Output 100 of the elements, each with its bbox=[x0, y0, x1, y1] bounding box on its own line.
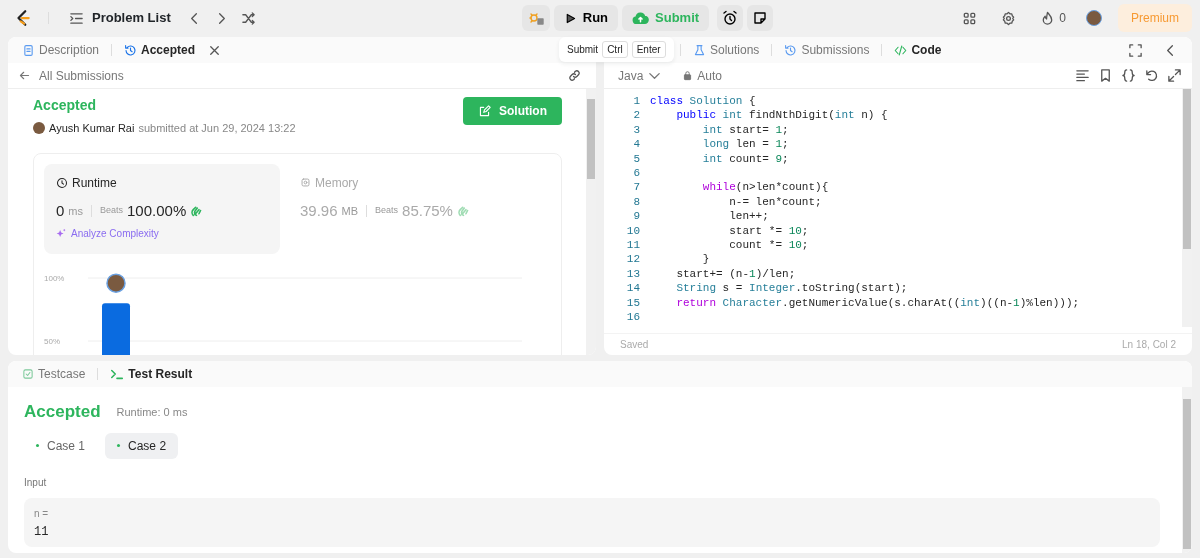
line-number: 14 bbox=[625, 281, 640, 296]
line-number: 9 bbox=[632, 209, 640, 224]
all-submissions-link[interactable]: All Submissions bbox=[18, 66, 124, 85]
metric-value: 39.96 bbox=[300, 200, 338, 221]
panel-tab[interactable]: Description bbox=[18, 41, 104, 59]
bookmark-button[interactable] bbox=[1098, 68, 1113, 83]
analyze-complexity-link[interactable]: Analyze Complexity bbox=[56, 226, 159, 241]
avatar-placeholder bbox=[33, 122, 45, 135]
solution-button[interactable]: Solution bbox=[463, 97, 562, 125]
clapping-hands-icon bbox=[456, 204, 470, 218]
problem-list-button[interactable]: Problem List bbox=[65, 6, 175, 30]
line-number: 16 bbox=[625, 310, 640, 325]
alarm-clock-icon bbox=[722, 10, 739, 26]
code-line: long len = 1; bbox=[701, 137, 789, 152]
code-line: count *= 10; bbox=[728, 238, 809, 253]
beats-percent: 85.75% bbox=[402, 200, 453, 221]
line-number: 1 bbox=[632, 94, 640, 109]
runtime-text: Runtime: 0 ms bbox=[116, 404, 188, 420]
code-line: int start= 1; bbox=[701, 122, 789, 138]
metric-card[interactable]: Runtime 0 ms Beats 100.00% Analyze Complexity bbox=[44, 163, 280, 254]
code-line: start *= 10; bbox=[728, 223, 809, 239]
lock-icon bbox=[682, 70, 694, 81]
metric-unit: MB bbox=[341, 203, 359, 219]
axis-tick-label: 50% bbox=[44, 337, 60, 346]
code-line: start+= (n-1)/len; bbox=[675, 266, 796, 282]
notes-button[interactable] bbox=[747, 5, 774, 31]
panel-tab[interactable]: Solutions bbox=[689, 41, 764, 59]
code-line: return Character.getNumericValue(s.charAt((int)((n-1)%len))); bbox=[675, 295, 1080, 311]
expand-button[interactable] bbox=[1167, 68, 1182, 83]
settings-icon bbox=[1001, 10, 1017, 26]
streak-button[interactable]: 0 bbox=[1036, 7, 1070, 29]
terminal-icon bbox=[110, 367, 125, 381]
panel-tab[interactable]: Testcase bbox=[18, 365, 90, 383]
pass-dot bbox=[117, 444, 121, 447]
shuffle-icon bbox=[240, 10, 256, 26]
checkbox-icon bbox=[22, 368, 34, 380]
line-number: 13 bbox=[625, 266, 640, 282]
save-status: Saved bbox=[620, 338, 649, 352]
beats-label: Beats bbox=[100, 204, 124, 217]
auto-mode-label: Auto bbox=[682, 66, 723, 85]
cursor-position: Ln 18, Col 2 bbox=[1122, 338, 1176, 352]
document-icon bbox=[22, 43, 35, 57]
edit-icon bbox=[478, 104, 491, 118]
beats-percent: 100.00% bbox=[127, 200, 187, 221]
case-tab[interactable]: Case 2 bbox=[105, 432, 179, 459]
avatar-placeholder bbox=[106, 273, 126, 293]
note-icon bbox=[752, 10, 769, 26]
format-button[interactable] bbox=[1075, 68, 1090, 83]
braces-button[interactable] bbox=[1121, 68, 1136, 83]
line-number: 6 bbox=[632, 166, 640, 181]
bookmark-icon bbox=[1098, 68, 1113, 83]
line-number: 10 bbox=[625, 223, 640, 239]
key-label: Enter bbox=[631, 41, 666, 58]
link-icon bbox=[567, 68, 582, 83]
pass-dot bbox=[36, 444, 39, 447]
scrollbar[interactable] bbox=[1182, 89, 1192, 327]
case-tab[interactable]: Case 1 bbox=[24, 432, 98, 459]
code-line: int count= 9; bbox=[701, 151, 789, 167]
status-text: Accepted bbox=[33, 96, 98, 115]
clapping-hands-icon bbox=[190, 204, 204, 218]
back-arrow-icon bbox=[18, 69, 31, 82]
scrollbar[interactable] bbox=[1182, 387, 1192, 553]
panel-tab[interactable]: Accepted bbox=[120, 41, 200, 59]
grid-icon bbox=[962, 10, 978, 26]
code-line: n-= len*count; bbox=[728, 194, 822, 210]
metric-card[interactable]: Memory 39.96 MB Beats 85.75% bbox=[288, 163, 524, 254]
axis-tick-label: 100% bbox=[44, 274, 65, 283]
code-line: class Solution { bbox=[650, 94, 756, 109]
key-label: Ctrl bbox=[602, 41, 628, 58]
input-value: 11 bbox=[34, 524, 50, 539]
align-left-icon bbox=[1075, 68, 1090, 83]
code-line: while(n>len*count){ bbox=[701, 180, 829, 195]
line-number: 7 bbox=[632, 180, 640, 195]
metric-title: Runtime bbox=[72, 174, 117, 192]
avatar-placeholder[interactable] bbox=[1086, 10, 1102, 26]
tooltip: Submit Ctrl Enter bbox=[559, 37, 674, 62]
panel-tab[interactable]: Code bbox=[890, 41, 946, 59]
result-status: Accepted bbox=[24, 401, 101, 423]
run-button[interactable]: Run bbox=[553, 5, 619, 31]
debug-button[interactable] bbox=[521, 5, 550, 31]
code-line: public int findNthDigit(int n) { bbox=[675, 108, 888, 123]
line-number: 4 bbox=[632, 137, 640, 152]
line-number: 11 bbox=[625, 238, 640, 253]
language-dropdown[interactable]: Java bbox=[614, 64, 667, 87]
history-icon bbox=[784, 43, 798, 57]
panel-tab[interactable]: Submissions bbox=[780, 41, 874, 59]
braces-icon bbox=[1121, 68, 1136, 83]
reset-button[interactable] bbox=[1144, 68, 1159, 83]
user-name[interactable]: Ayush Kumar Rai bbox=[49, 120, 135, 137]
code-line: len++; bbox=[728, 209, 769, 224]
sparkle-icon bbox=[56, 228, 67, 239]
panel-tab[interactable]: Test Result bbox=[106, 365, 197, 383]
code-icon bbox=[894, 43, 908, 57]
metric-unit: ms bbox=[68, 203, 83, 219]
expand-icon bbox=[1167, 68, 1182, 83]
line-number: 8 bbox=[632, 194, 640, 210]
input-label: Input bbox=[24, 475, 48, 490]
submission-time: submitted at Jun 29, 2024 13:22 bbox=[138, 121, 296, 136]
timer-button[interactable] bbox=[717, 5, 744, 31]
memory-chip-icon bbox=[300, 177, 311, 188]
